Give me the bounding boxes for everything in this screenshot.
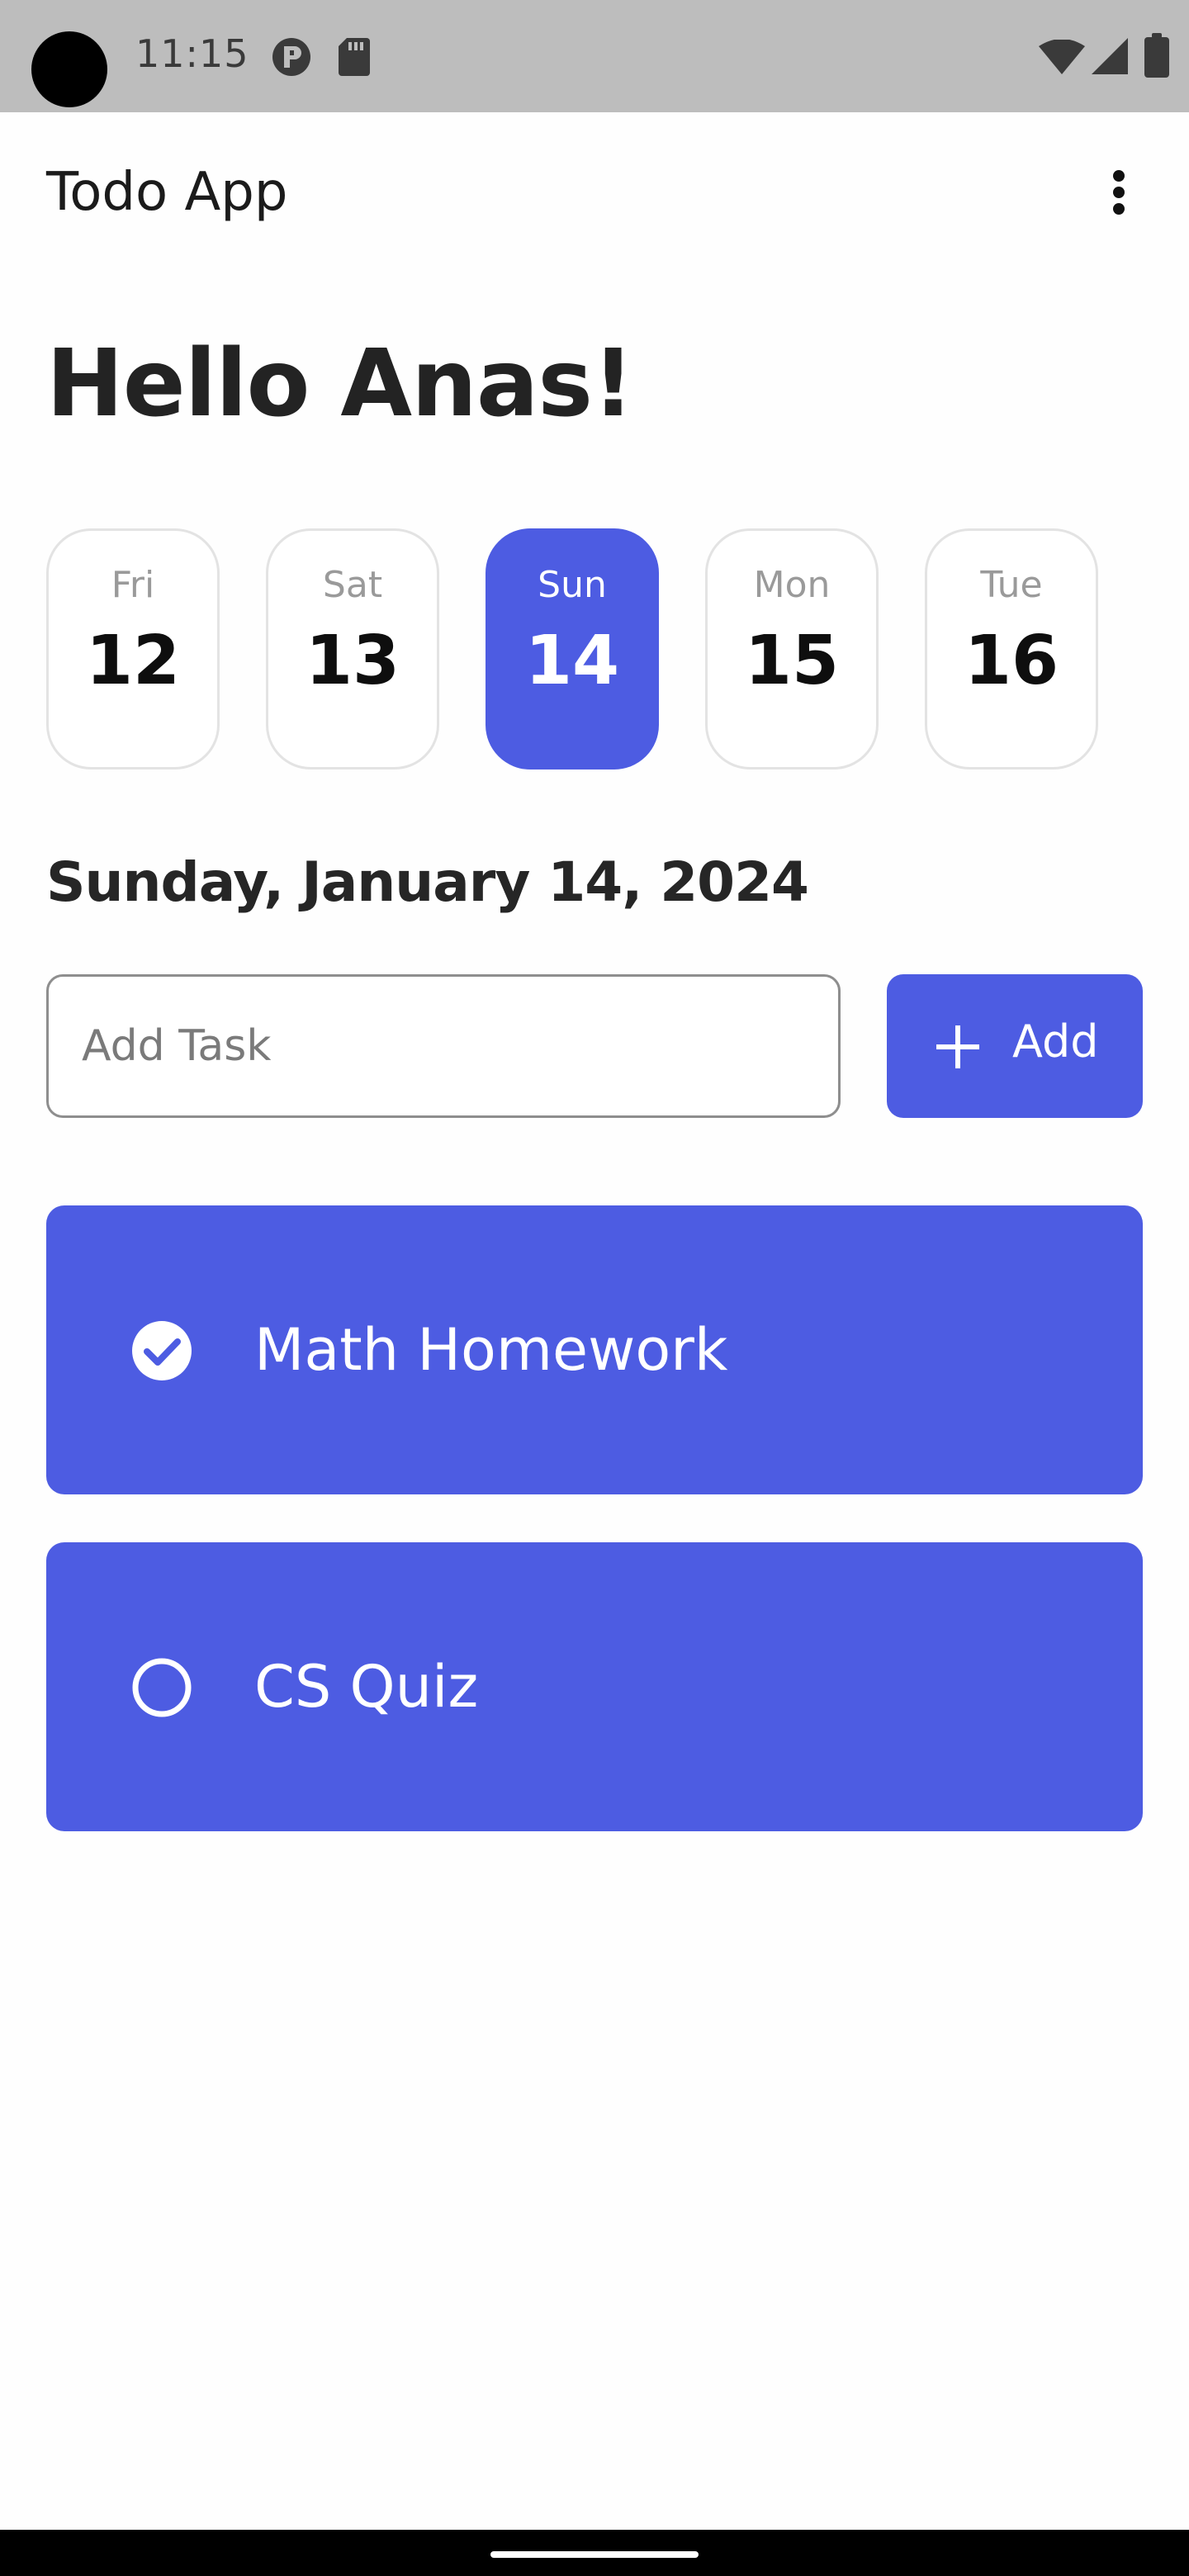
day-card-sat[interactable]: Sat 13	[266, 528, 439, 769]
task-title: CS Quiz	[254, 1653, 479, 1721]
day-name: Tue	[980, 564, 1043, 606]
camera-cutout	[31, 31, 107, 107]
greeting-heading: Hello Anas!	[46, 330, 634, 438]
battery-icon	[1144, 33, 1169, 78]
more-vert-icon[interactable]	[1098, 162, 1141, 225]
app-screen: 11:15 Todo App Hello Anas! Fri 12 Sat 13…	[0, 0, 1189, 2576]
day-number: 13	[305, 622, 400, 700]
day-card-mon[interactable]: Mon 15	[705, 528, 879, 769]
day-name: Sat	[322, 564, 383, 606]
day-number: 16	[964, 622, 1059, 700]
notification-p-icon	[272, 38, 310, 76]
day-number: 15	[744, 622, 840, 700]
system-nav-bar	[0, 2530, 1189, 2576]
day-card-sun[interactable]: Sun 14	[486, 528, 659, 769]
day-name: Mon	[753, 564, 831, 606]
plus-icon	[936, 1025, 979, 1068]
add-task-input[interactable]	[46, 974, 841, 1118]
menu-dot	[1113, 187, 1125, 198]
day-name: Fri	[111, 564, 155, 606]
status-time: 11:15	[135, 31, 249, 76]
day-name: Sun	[538, 564, 607, 606]
home-gesture-handle[interactable]	[490, 2551, 699, 2558]
task-item[interactable]: Math Homework	[46, 1205, 1143, 1494]
circle-outline-icon[interactable]	[130, 1656, 193, 1719]
status-bar: 11:15	[0, 0, 1189, 112]
selected-date-heading: Sunday, January 14, 2024	[46, 850, 809, 914]
check-circle-icon[interactable]	[130, 1319, 193, 1382]
add-button-label: Add	[1012, 1016, 1099, 1068]
signal-icon	[1092, 38, 1128, 74]
day-card-fri[interactable]: Fri 12	[46, 528, 220, 769]
task-item[interactable]: CS Quiz	[46, 1542, 1143, 1831]
day-number: 12	[85, 622, 181, 700]
day-number: 14	[524, 622, 620, 700]
wifi-icon	[1039, 40, 1085, 74]
menu-dot	[1113, 170, 1125, 182]
app-title: Todo App	[46, 162, 288, 223]
sd-card-icon	[339, 38, 370, 76]
task-title: Math Homework	[254, 1316, 728, 1384]
add-task-button[interactable]: Add	[887, 974, 1143, 1118]
menu-dot	[1113, 203, 1125, 215]
day-card-tue[interactable]: Tue 16	[925, 528, 1098, 769]
